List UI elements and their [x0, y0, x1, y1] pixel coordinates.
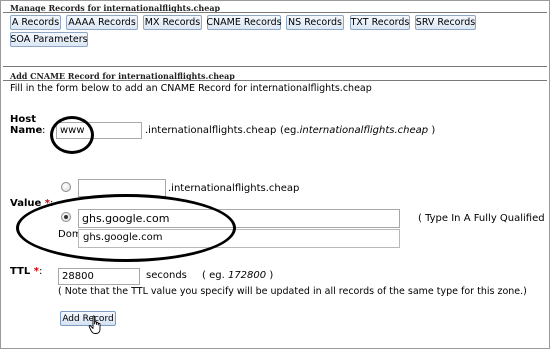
host-example: (eg.internationalflights.cheap ) [280, 125, 435, 136]
ttl-example-suffix: ) [269, 270, 274, 281]
host-label-line1: Host [10, 114, 36, 125]
host-label-line2: Name [10, 125, 43, 136]
ttl-label: TTL *: [10, 266, 42, 277]
annotation-circle-value [16, 194, 236, 262]
divider [3, 12, 547, 13]
divider [3, 80, 547, 81]
host-colon: : [42, 125, 46, 136]
tab-soa-parameters[interactable]: SOA Parameters [10, 32, 88, 47]
tab-aaaa-records[interactable]: AAAA Records [66, 15, 138, 30]
tab-srv-records[interactable]: SRV Records [415, 15, 476, 30]
value-subdomain-suffix: .internationalflights.cheap [168, 183, 300, 194]
host-example-suffix: ) [431, 125, 436, 136]
tab-a-records[interactable]: A Records [10, 15, 61, 30]
ttl-label-text: TTL [10, 266, 31, 277]
ttl-note: ( Note that the TTL value you specify wi… [58, 286, 527, 297]
ttl-example: ( eg. 172800 ) [202, 270, 273, 281]
annotation-circle-host [50, 116, 94, 154]
tab-txt-records[interactable]: TXT Records [350, 15, 410, 30]
host-example-domain: internationalflights.cheap [299, 125, 429, 136]
tab-mx-records[interactable]: MX Records [143, 15, 202, 30]
ttl-unit: seconds [146, 270, 187, 281]
ttl-value: 28800 [62, 271, 94, 282]
divider [3, 66, 547, 67]
host-example-prefix: (eg. [280, 125, 300, 136]
value-hint: ( Type In A Fully Qualified [418, 213, 545, 224]
ttl-example-prefix: ( eg. [202, 270, 225, 281]
ttl-example-value: 172800 [227, 270, 267, 281]
tab-cname-records[interactable]: CNAME Records [206, 15, 282, 30]
host-suffix: .internationalflights.cheap [145, 125, 277, 136]
ttl-colon: : [38, 266, 43, 277]
tab-ns-records[interactable]: NS Records [286, 15, 344, 30]
ttl-input[interactable]: 28800 [58, 268, 140, 285]
hand-cursor-icon [88, 315, 101, 334]
form-instruction: Fill in the form below to add an CNAME R… [10, 83, 372, 94]
value-radio-subdomain[interactable] [61, 182, 71, 192]
